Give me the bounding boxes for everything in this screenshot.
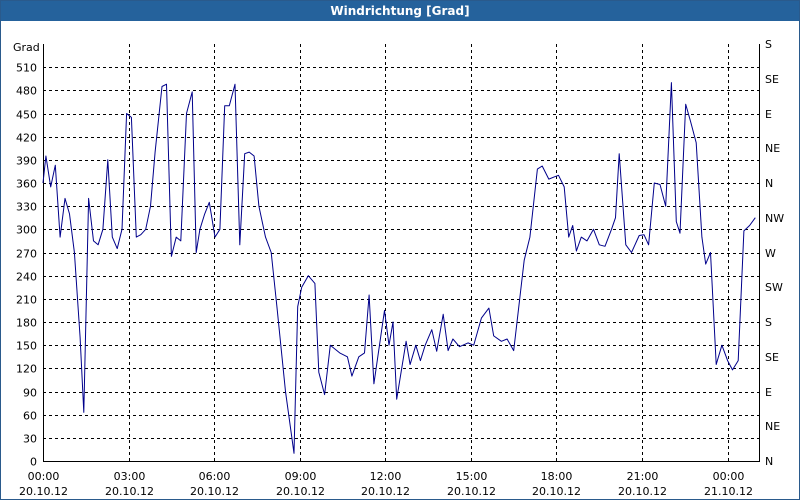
y-tick-label: 360 [16,178,37,191]
series-layer [42,82,756,454]
y-tick-label: 480 [16,85,37,98]
y-right-tick-label: E [765,108,772,121]
x-tick-label-date: 20.10.12 [618,485,667,498]
y-tick-label: 30 [23,433,37,446]
y-right-tick-label: S [765,38,772,51]
y-tick-label: 150 [16,340,37,353]
y-tick-label: 330 [16,201,37,214]
x-tick-label-date: 20.10.12 [361,485,410,498]
y-right-tick-label: SW [765,281,783,294]
y-right-tick-label: W [765,247,776,260]
y-right-tick-label: N [765,177,773,190]
x-tick-label-time: 00:00 [28,470,60,483]
axes: 0 30 60 90 120 150 180 210 240 270 300 330 360 390 420… [16,38,784,498]
y-tick-label: 120 [16,363,37,376]
x-tick-label-time: 15:00 [456,470,488,483]
chart-plot: Grad 0 30 60 90 120 150 180 210 240 270 300 330 360 3… [13,38,784,498]
x-tick-label-time: 00:00 [713,470,745,483]
y-axis-label: Grad [13,41,40,54]
series-line [42,82,756,454]
grid [43,44,759,461]
y-tick-label: 0 [30,456,37,469]
y-right-tick-label: S [765,316,772,329]
y-right-tick-label: SE [765,73,779,86]
y-tick-label: 420 [16,132,37,145]
x-tick-label-date: 20.10.12 [190,485,239,498]
y-right-tick-label: NW [765,212,784,225]
y-tick-label: 180 [16,317,37,330]
x-tick-label-time: 12:00 [370,470,402,483]
x-tick-label-time: 21:00 [627,470,659,483]
x-tick-label-time: 18:00 [541,470,573,483]
y-right-tick-label: N [765,455,773,468]
y-tick-label: 240 [16,271,37,284]
y-tick-label: 510 [16,62,37,75]
x-tick-label-date: 20.10.12 [105,485,154,498]
y-tick-label: 210 [16,294,37,307]
x-tick-label-date: 20.10.12 [19,485,68,498]
x-tick-label-time: 09:00 [285,470,317,483]
y-right-tick-label: SE [765,351,779,364]
y-right-tick-label: E [765,386,772,399]
chart-window: Windrichtung [Grad] Grad 0 30 60 90 120 150 18… [0,0,800,500]
y-right-tick-label: NE [765,142,780,155]
y-tick-label: 90 [23,387,37,400]
y-tick-label: 60 [23,410,37,423]
x-tick-label-date: 21.10.12 [704,485,753,498]
x-tick-label-time: 03:00 [114,470,146,483]
y-tick-label: 300 [16,224,37,237]
x-tick-label-time: 06:00 [199,470,231,483]
x-tick-label-date: 20.10.12 [447,485,496,498]
x-tick-label-date: 20.10.12 [276,485,325,498]
y-tick-label: 390 [16,155,37,168]
x-tick-label-date: 20.10.12 [532,485,581,498]
y-right-tick-label: NE [765,420,780,433]
y-tick-label: 270 [16,248,37,261]
y-tick-label: 450 [16,109,37,122]
